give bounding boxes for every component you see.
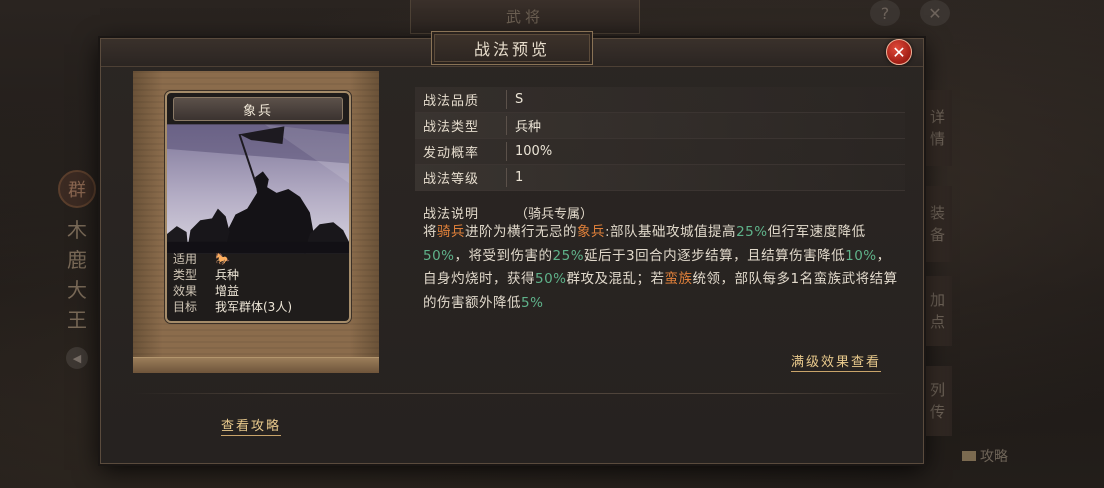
- background-close-icon[interactable]: ✕: [920, 0, 950, 26]
- description-segment: ，将受到伤害的: [454, 247, 553, 264]
- description-text: 将骑兵进阶为横行无忌的象兵:部队基础攻城值提高25%但行军速度降低50%，将受到…: [423, 221, 901, 315]
- close-button[interactable]: ✕: [886, 39, 912, 65]
- attr-row-type: 战法类型 兵种: [415, 113, 905, 139]
- general-name: 木 鹿 大 王: [67, 218, 87, 332]
- attributes-table: 战法品质 S 战法类型 兵种 发动概率 100% 战法等级 1: [415, 87, 905, 191]
- cavalry-illustration: [167, 124, 349, 254]
- description-segment: 蛮族: [664, 271, 693, 287]
- view-guide-link[interactable]: 查看攻略: [221, 415, 282, 436]
- description-segment: 50%: [535, 271, 567, 287]
- description-segment: 10%: [845, 247, 877, 264]
- card-info-row: 效果 增益: [173, 284, 240, 298]
- card-info-row: 类型 兵种: [173, 268, 240, 282]
- card-info: 适用 🐎 类型 兵种 效果 增益 目标 我军群体(3人): [173, 251, 349, 315]
- description-tag: （骑兵专属）: [515, 207, 594, 222]
- card-info-row: 适用 🐎: [173, 252, 230, 266]
- description-segment: 5%: [521, 294, 544, 311]
- scroll-roller: [133, 357, 379, 373]
- help-icon[interactable]: ?: [870, 0, 900, 26]
- speaker-icon[interactable]: ◀: [66, 347, 88, 369]
- tab-points[interactable]: 加点: [922, 276, 952, 346]
- description-segment: 骑兵: [437, 224, 465, 240]
- description-segment: 将: [423, 224, 437, 240]
- modal-title: 战法预览: [431, 31, 593, 65]
- attr-row-level: 战法等级 1: [415, 165, 905, 191]
- tab-details[interactable]: 详情: [922, 90, 952, 166]
- book-icon: [962, 451, 976, 461]
- background-page-title: 武将: [410, 0, 640, 34]
- description-segment: 25%: [736, 224, 768, 240]
- max-level-effect-link[interactable]: 满级效果查看: [791, 351, 882, 372]
- tactic-card: 象兵 适用 🐎 类型 兵种 效果 增益 目标 我军群体(3人): [165, 91, 351, 323]
- attr-row-probability: 发动概率 100%: [415, 139, 905, 165]
- card-info-row: 目标 我军群体(3人): [173, 300, 292, 314]
- attr-row-quality: 战法品质 S: [415, 87, 905, 113]
- description-segment: 延后于3回合内逐步结算，且结算伤害降低: [584, 247, 846, 264]
- divider: [133, 393, 907, 394]
- tactic-preview-modal: 战法预览 ✕ 象兵 适用 🐎 类型 兵种 效果 增益 目标 我军群体(3人) 战…: [100, 31, 924, 464]
- description-label: 战法说明: [423, 207, 480, 222]
- horse-icon: 🐎: [215, 252, 230, 266]
- tab-biography[interactable]: 列传: [922, 366, 952, 436]
- description-segment: 25%: [552, 247, 585, 264]
- description-segment: :部队基础攻城值提高: [605, 224, 737, 240]
- description-segment: 但行军速度降低: [767, 224, 866, 240]
- faction-badge: 群: [58, 170, 96, 208]
- tactic-card-name: 象兵: [173, 97, 343, 121]
- tab-equipment[interactable]: 装备: [922, 186, 952, 262]
- background-guide-button[interactable]: 攻略: [962, 446, 1008, 466]
- description-segment: 象兵: [577, 224, 605, 240]
- description-segment: 群攻及混乱；若: [566, 271, 665, 287]
- description-segment: 50%: [423, 247, 455, 264]
- description-segment: 进阶为横行无忌的: [465, 224, 577, 240]
